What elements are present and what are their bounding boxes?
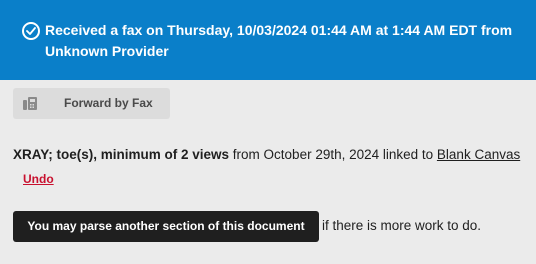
forward-by-fax-button[interactable]: Forward by Fax (13, 88, 170, 119)
document-record-line: XRAY; toe(s), minimum of 2 views from Oc… (13, 145, 520, 165)
parse-another-section-button[interactable]: You may parse another section of this do… (13, 211, 319, 242)
forward-by-fax-label: Forward by Fax (64, 96, 153, 110)
more-work-text: if there is more work to do. (322, 218, 482, 233)
undo-link[interactable]: Undo (23, 172, 54, 186)
blank-canvas-link[interactable]: Blank Canvas (437, 147, 520, 162)
check-circle-icon (22, 22, 40, 40)
fax-received-banner: Received a fax on Thursday, 10/03/2024 0… (0, 0, 536, 80)
banner-message: Received a fax on Thursday, 10/03/2024 0… (45, 22, 513, 59)
record-from-text: from October 29th, 2024 linked to (229, 147, 437, 162)
fax-icon (22, 96, 38, 111)
record-title: XRAY; toe(s), minimum of 2 views (13, 147, 230, 162)
